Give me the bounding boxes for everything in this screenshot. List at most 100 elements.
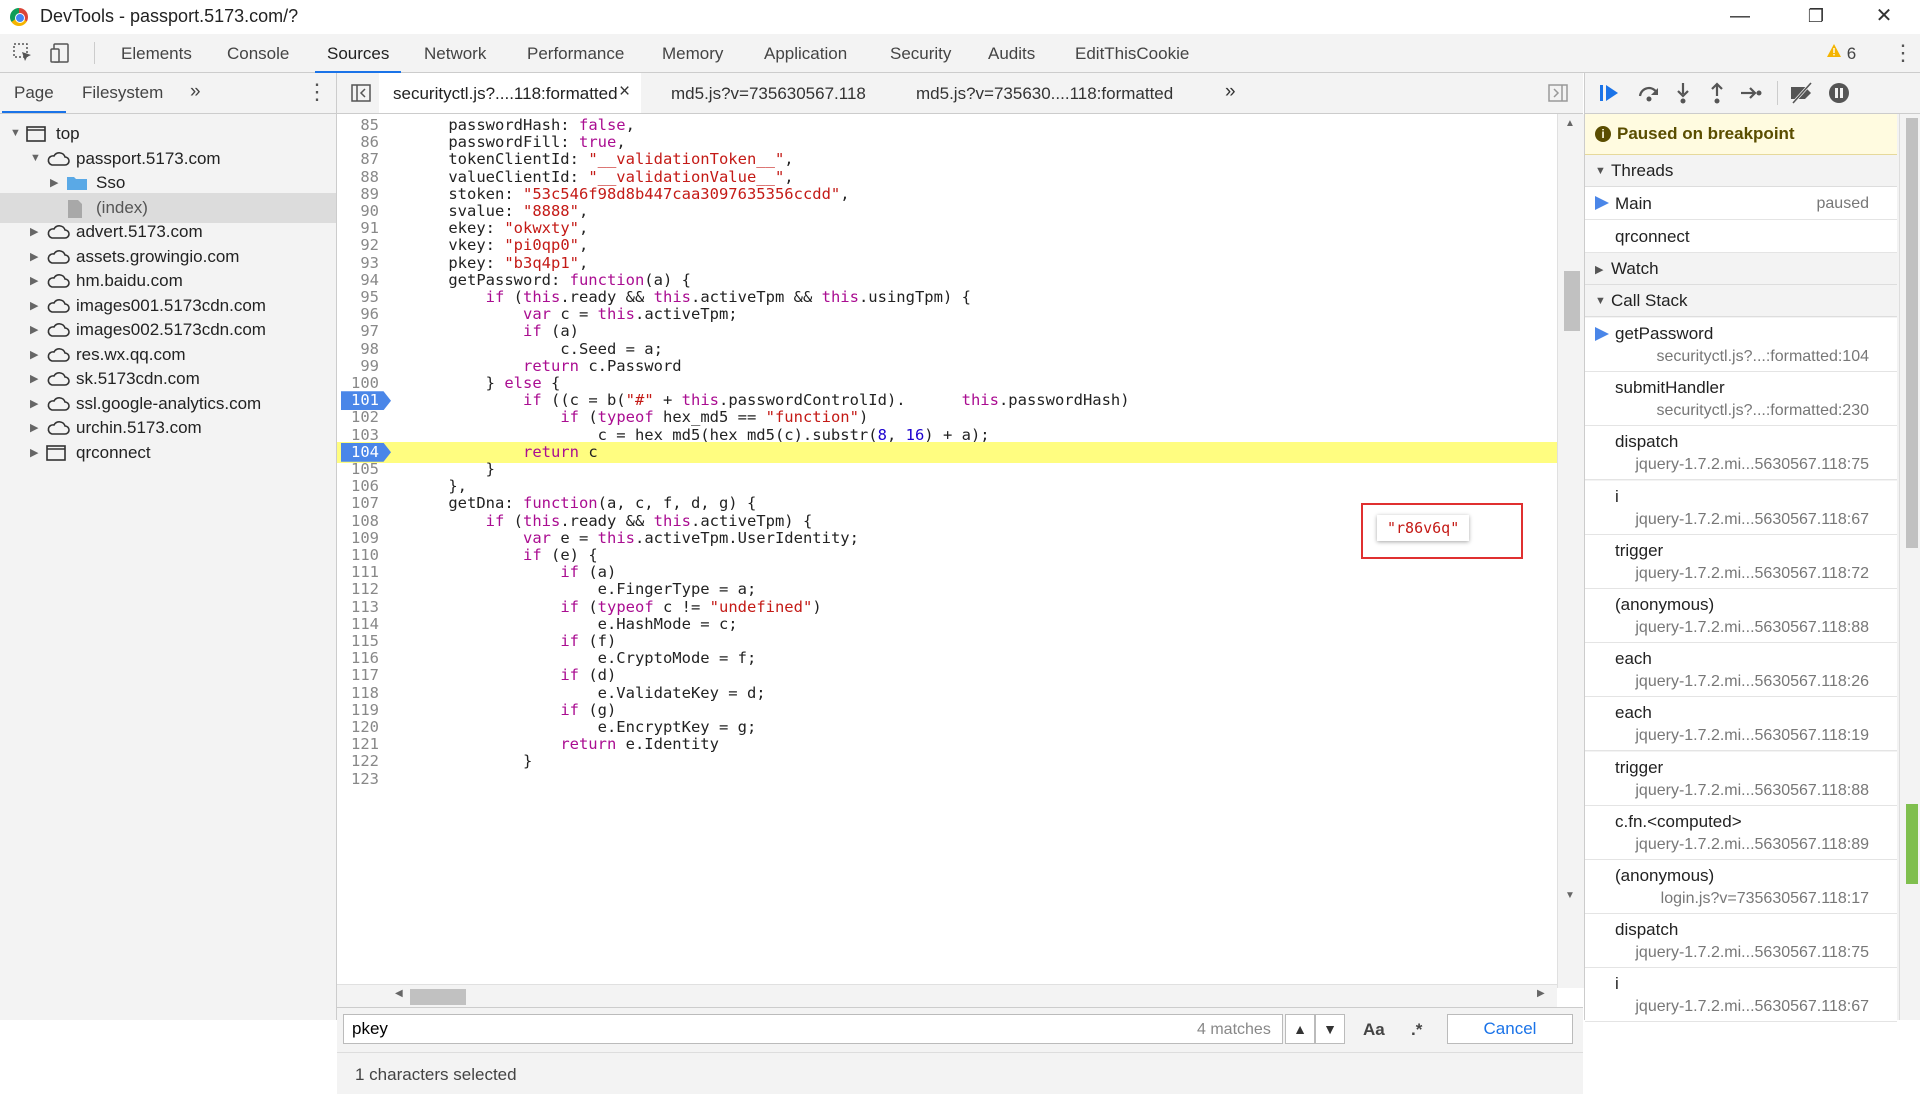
file-tab-md5-formatted[interactable]: md5.js?v=735630....118:formatted [916,84,1173,104]
inspect-element-icon[interactable] [12,42,34,64]
call-frame[interactable]: submitHandler securityctl.js?...:formatte… [1585,372,1897,427]
step-over-icon[interactable] [1637,81,1661,105]
navigator-menu-icon[interactable]: ⋮ [306,79,328,105]
tab-sources[interactable]: Sources [314,44,402,73]
step-into-icon[interactable] [1671,81,1695,105]
tab-network[interactable]: Network [424,44,486,64]
scroll-up-icon[interactable]: ▲ [1565,118,1575,129]
call-frame[interactable]: dispatch jquery-1.7.2.mi...5630567.118:75 [1585,426,1897,481]
tab-filesystem[interactable]: Filesystem [82,83,163,103]
editor-horizontal-scroll-thumb[interactable] [410,989,466,1005]
tree-item-label: sk.5173cdn.com [76,369,200,388]
call-frame[interactable]: trigger jquery-1.7.2.mi...5630567.118:72 [1585,534,1897,589]
collapse-triangle-icon[interactable]: ▶ [30,299,38,312]
frame-location[interactable]: jquery-1.7.2.mi...5630567.118:75 [1635,944,1869,962]
callstack-section-header[interactable]: ▼ Call Stack [1585,285,1897,317]
call-frame[interactable]: i jquery-1.7.2.mi...5630567.118:67 [1585,968,1897,1023]
search-cancel-button[interactable]: Cancel [1447,1014,1573,1044]
step-icon[interactable] [1739,81,1763,105]
call-frame[interactable]: getPassword securityctl.js?...:formatted:… [1585,318,1897,372]
regex-toggle[interactable]: .* [1411,1020,1422,1040]
frame-location[interactable]: jquery-1.7.2.mi...5630567.118:72 [1635,565,1869,583]
collapse-triangle-icon[interactable]: ▶ [50,176,58,189]
close-tab-icon[interactable]: × [619,81,630,103]
code-line[interactable]: 123 [337,769,1557,790]
toggle-navigator-icon[interactable] [351,83,371,106]
collapse-triangle-icon[interactable]: ▶ [30,225,38,238]
collapse-triangle-icon[interactable]: ▶ [30,274,38,287]
expand-triangle-icon[interactable]: ▼ [30,152,41,164]
tab-application[interactable]: Application [764,44,847,64]
call-frame[interactable]: (anonymous) jquery-1.7.2.mi...5630567.118… [1585,589,1897,643]
frame-location[interactable]: jquery-1.7.2.mi...5630567.118:67 [1635,998,1869,1016]
warnings-counter[interactable]: 6 [1826,43,1856,64]
editor-horizontal-scrollbar[interactable]: ◀ ▶ [337,984,1557,1007]
frame-location[interactable]: jquery-1.7.2.mi...5630567.118:26 [1635,673,1869,691]
resume-icon[interactable] [1597,81,1621,105]
collapse-triangle-icon[interactable]: ▶ [30,397,38,410]
call-frame[interactable]: each jquery-1.7.2.mi...5630567.118:26 [1585,643,1897,698]
collapse-triangle-icon[interactable]: ▶ [30,372,38,385]
pause-on-exceptions-icon[interactable] [1827,81,1851,105]
thread-row-qrconnect[interactable]: qrconnect [1585,220,1897,253]
match-case-toggle[interactable]: Aa [1363,1020,1385,1040]
search-next-button[interactable]: ▼ [1315,1014,1345,1044]
tree-item-label: passport.5173.com [76,148,221,168]
call-frame[interactable]: trigger jquery-1.7.2.mi...5630567.118:88 [1585,751,1897,806]
frame-location[interactable]: jquery-1.7.2.mi...5630567.118:88 [1635,619,1869,637]
deactivate-breakpoints-icon[interactable] [1789,81,1813,105]
frame-location[interactable]: jquery-1.7.2.mi...5630567.118:67 [1635,511,1869,529]
frame-location[interactable]: jquery-1.7.2.mi...5630567.118:19 [1635,727,1869,745]
frame-location[interactable]: jquery-1.7.2.mi...5630567.118:88 [1635,782,1869,800]
minimize-button[interactable]: — [1710,0,1770,34]
more-options-icon[interactable]: ⋮ [1892,40,1914,66]
watch-section-header[interactable]: ▶ Watch [1585,253,1897,285]
collapse-triangle-icon[interactable]: ▶ [30,421,38,434]
frame-location[interactable]: login.js?v=735630567.118:17 [1661,890,1869,908]
editor-vertical-scrollbar[interactable]: ▲ ▼ [1557,114,1584,988]
call-frame[interactable]: i jquery-1.7.2.mi...5630567.118:67 [1585,480,1897,535]
toggle-debugger-icon[interactable] [1548,83,1568,106]
collapse-triangle-icon[interactable]: ▶ [30,348,38,361]
tab-audits[interactable]: Audits [988,44,1035,64]
tab-elements[interactable]: Elements [121,44,192,64]
scroll-down-icon[interactable]: ▼ [1565,890,1575,901]
thread-row-main[interactable]: Main paused [1585,187,1897,220]
call-frame[interactable]: dispatch jquery-1.7.2.mi...5630567.118:75 [1585,914,1897,969]
editor-vertical-scroll-thumb[interactable] [1564,271,1580,331]
restore-button[interactable]: ❐ [1786,0,1846,34]
step-out-icon[interactable] [1705,81,1729,105]
tab-security[interactable]: Security [890,44,951,64]
file-tab-securityctl[interactable]: securityctl.js?....118:formatted [393,84,618,104]
frame-location[interactable]: securityctl.js?...:formatted:104 [1656,348,1869,366]
close-window-button[interactable]: ✕ [1854,0,1914,34]
tab-page[interactable]: Page [2,83,66,113]
frame-location[interactable]: securityctl.js?...:formatted:230 [1656,402,1869,420]
frame-location[interactable]: jquery-1.7.2.mi...5630567.118:75 [1635,456,1869,474]
call-frame[interactable]: (anonymous) login.js?v=735630567.118:17 [1585,860,1897,914]
tab-editthiscookie[interactable]: EditThisCookie [1075,44,1189,64]
call-frame[interactable]: each jquery-1.7.2.mi...5630567.118:19 [1585,697,1897,752]
tab-performance[interactable]: Performance [527,44,624,64]
tab-console[interactable]: Console [227,44,289,64]
frame-location[interactable]: jquery-1.7.2.mi...5630567.118:89 [1635,836,1869,854]
device-toolbar-icon[interactable] [50,42,72,64]
search-input[interactable] [343,1014,1283,1044]
collapse-triangle-icon[interactable]: ▶ [30,323,38,336]
expand-triangle-icon[interactable]: ▼ [10,127,21,139]
debugger-scroll-thumb[interactable] [1906,118,1918,548]
collapse-triangle-icon[interactable]: ▶ [30,250,38,263]
scroll-left-icon[interactable]: ◀ [395,988,403,999]
tab-memory[interactable]: Memory [662,44,723,64]
collapse-triangle-icon[interactable]: ▶ [30,446,38,459]
navigator-more-tabs[interactable]: » [190,81,201,103]
call-frame[interactable]: c.fn.<computed> jquery-1.7.2.mi...5630567… [1585,805,1897,860]
scroll-right-icon[interactable]: ▶ [1537,988,1545,999]
search-prev-button[interactable]: ▲ [1285,1014,1315,1044]
threads-section-header[interactable]: ▼ Threads [1585,155,1897,187]
editor-more-tabs[interactable]: » [1225,81,1236,103]
tree-item-qrconnect[interactable]: ▶ qrconnect [0,438,336,468]
file-tab-md5[interactable]: md5.js?v=735630567.118 [671,84,866,104]
line-number[interactable]: 123 [337,769,379,790]
debugger-scrollbar[interactable] [1899,114,1920,1020]
